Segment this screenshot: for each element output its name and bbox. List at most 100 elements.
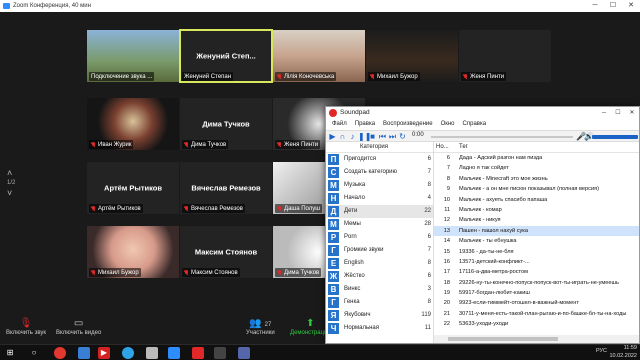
sound-item[interactable]: 19 59917-богдан-любит-какиш [434,288,639,298]
previous-icon[interactable]: ⏮ [378,132,387,141]
category-item[interactable]: Г Генка 8 [326,296,433,309]
unmute-button[interactable]: 🎙 Включить звук [6,318,46,336]
category-item[interactable]: Я Якубович 119 [326,309,433,322]
sound-item[interactable]: 22 53633-уходи-уходи [434,319,639,329]
clock[interactable]: 11:59 10.02.2022 [609,345,637,360]
discord-icon[interactable] [238,347,250,359]
sound-item[interactable]: 17 17116-а-два-метра-ростом [434,267,639,277]
participant-tile[interactable]: Артём Рытиков Артём Рытиков [87,162,179,214]
volume-slider[interactable] [592,135,638,139]
menu-item[interactable]: Файл [332,119,347,130]
sound-tag: 59917-богдан-любит-какиш [459,290,530,297]
participant-tile[interactable]: Дима Тучков Дима Тучков [180,98,272,150]
sp-close-button[interactable]: ✕ [625,107,639,119]
stop-icon[interactable]: ■ [368,132,377,141]
sound-tag: Дада - Адский разгон нам пизда [459,155,543,161]
sound-item[interactable]: 21 30711-у-меня-есть-такой-план-рыгаю-и-п… [434,309,639,319]
participant-tile[interactable]: Женуний Степ... Женуний Степан [179,29,273,83]
sound-tag: 29226-ну-ты-конечно-попуск-попуск-вот-ты… [459,279,619,286]
headphones-icon[interactable]: ∩ [338,132,347,141]
page-up-icon[interactable]: ˄ [7,168,15,178]
zoom-taskbar-icon[interactable] [168,347,180,359]
sound-number: 20 [443,300,450,307]
participant-tile[interactable]: Женя Пинти [459,30,551,82]
zoom-titlebar: Zoom Конференция, 40 мин ─ ☐ ✕ [0,0,640,12]
sound-item[interactable]: 18 29226-ну-ты-конечно-попуск-попуск-вот-… [434,278,639,288]
category-item[interactable]: Ж Жёстко 6 [326,270,433,283]
zoom-logo-icon [3,3,10,9]
page-down-icon[interactable]: ˅ [7,188,15,198]
input-language[interactable]: РУС [596,348,607,354]
participant-tile[interactable]: Михаил Бужор [87,226,179,278]
start-video-button[interactable]: ▭ Включить видео [56,318,101,336]
repeat-icon[interactable]: ↻ [398,132,407,141]
pause-icon[interactable]: ❚❚ [358,132,371,141]
mic-muted-icon [184,269,189,276]
menu-item[interactable]: Справка [463,119,487,130]
maximize-button[interactable]: ☐ [604,0,622,12]
category-letter-icon: В [328,284,339,295]
search-icon[interactable]: ○ [28,347,40,359]
category-item[interactable]: P Porn 6 [326,231,433,244]
sound-item[interactable]: 7 Ладно я так сойдет [434,163,639,173]
mic-play-icon[interactable]: ♪ [348,132,357,141]
sound-item[interactable]: 14 Мальчик - ты ебнушка [434,236,639,246]
mic-muted-icon: 🎙 [19,318,33,329]
sound-item[interactable]: 11 Мальчик - комар [434,205,639,215]
telegram-icon[interactable] [122,347,134,359]
minimize-button[interactable]: ─ [586,0,604,12]
windows-start-icon[interactable]: ⊞ [4,347,16,359]
category-item[interactable]: М Мемы 28 [326,218,433,231]
participant-tile[interactable]: Михаил Бужор [366,30,458,82]
category-name: Музыка [344,182,366,188]
participant-tile[interactable]: Иван Журик [87,98,179,150]
playback-progress-bar[interactable] [431,136,573,138]
category-count: 6 [427,273,431,279]
column-number-header[interactable]: Но... [436,142,449,153]
column-tag-header[interactable]: Тег [459,142,468,153]
game-icon[interactable] [214,347,226,359]
next-icon[interactable]: ⏭ [388,132,397,141]
category-letter-icon: P [328,232,339,243]
menu-item[interactable]: Правка [355,119,375,130]
sound-item[interactable]: 15 19336 - да-ты-не-бля [434,247,639,257]
category-item[interactable]: E English 8 [326,257,433,270]
play-icon[interactable]: ▶ [328,132,337,141]
participants-button[interactable]: 👥 27 Участники [246,318,275,336]
participants-count: 27 [264,322,272,328]
sound-item[interactable]: 13 Пашен - пашол нахуй сука [434,225,639,237]
sound-item[interactable]: 20 9923-если-тиммейт-отошел-в-важный-моме… [434,298,639,308]
participant-tile[interactable]: Максим Стоянов Максим Стоянов [180,226,272,278]
horizontal-scrollbar[interactable] [434,335,639,343]
explorer-icon[interactable] [146,347,158,359]
sound-item[interactable]: 6 Дада - Адский разгон нам пизда [434,153,639,163]
participant-tile[interactable]: Вячеслав Ремезов Вячеслав Ремезов [180,162,272,214]
category-item[interactable]: Н Начало 4 [326,192,433,205]
close-button[interactable]: ✕ [622,0,640,12]
category-item[interactable]: Г Громкие звуки 7 [326,244,433,257]
category-item[interactable]: В Винкс 3 [326,283,433,296]
category-item[interactable]: С Создать категорию 7 [326,166,433,179]
sp-minimize-button[interactable]: ─ [597,107,611,119]
sp-maximize-button[interactable]: ☐ [611,107,625,119]
sound-item[interactable]: 10 Мальчик - ахуеть спасибо папаша [434,195,639,205]
participant-tile[interactable]: Подключение звука ... [87,30,179,82]
sound-item[interactable]: 12 Мальчик - никуя [434,215,639,225]
menu-item[interactable]: Окно [441,119,455,130]
category-letter-icon: E [328,258,339,269]
participant-tile[interactable]: Лілія Коночевська [273,30,365,82]
sound-item[interactable]: 8 Мальчик - Minecraft это мое жизнь [434,174,639,184]
sound-item[interactable]: 9 Мальчик - а он мне писюн показывал (пол… [434,184,639,194]
category-item[interactable]: Ч Нормальная 11 [326,322,433,335]
menu-item[interactable]: Воспроизведение [383,119,433,130]
category-name: Мемы [344,221,361,227]
category-item[interactable]: П Пригодится 6 [326,153,433,166]
youtube-icon[interactable]: ▶ [98,347,110,359]
app-icon[interactable] [78,347,90,359]
category-item[interactable]: Д Дети 22 [326,205,433,218]
soundpad-taskbar-icon[interactable] [192,347,204,359]
category-item[interactable]: М Музыка 8 [326,179,433,192]
sound-item[interactable]: 16 13571-детский-конфликт-... [434,257,639,267]
chrome-icon[interactable] [54,347,66,359]
participant-name: Женуний Степан [184,73,232,80]
